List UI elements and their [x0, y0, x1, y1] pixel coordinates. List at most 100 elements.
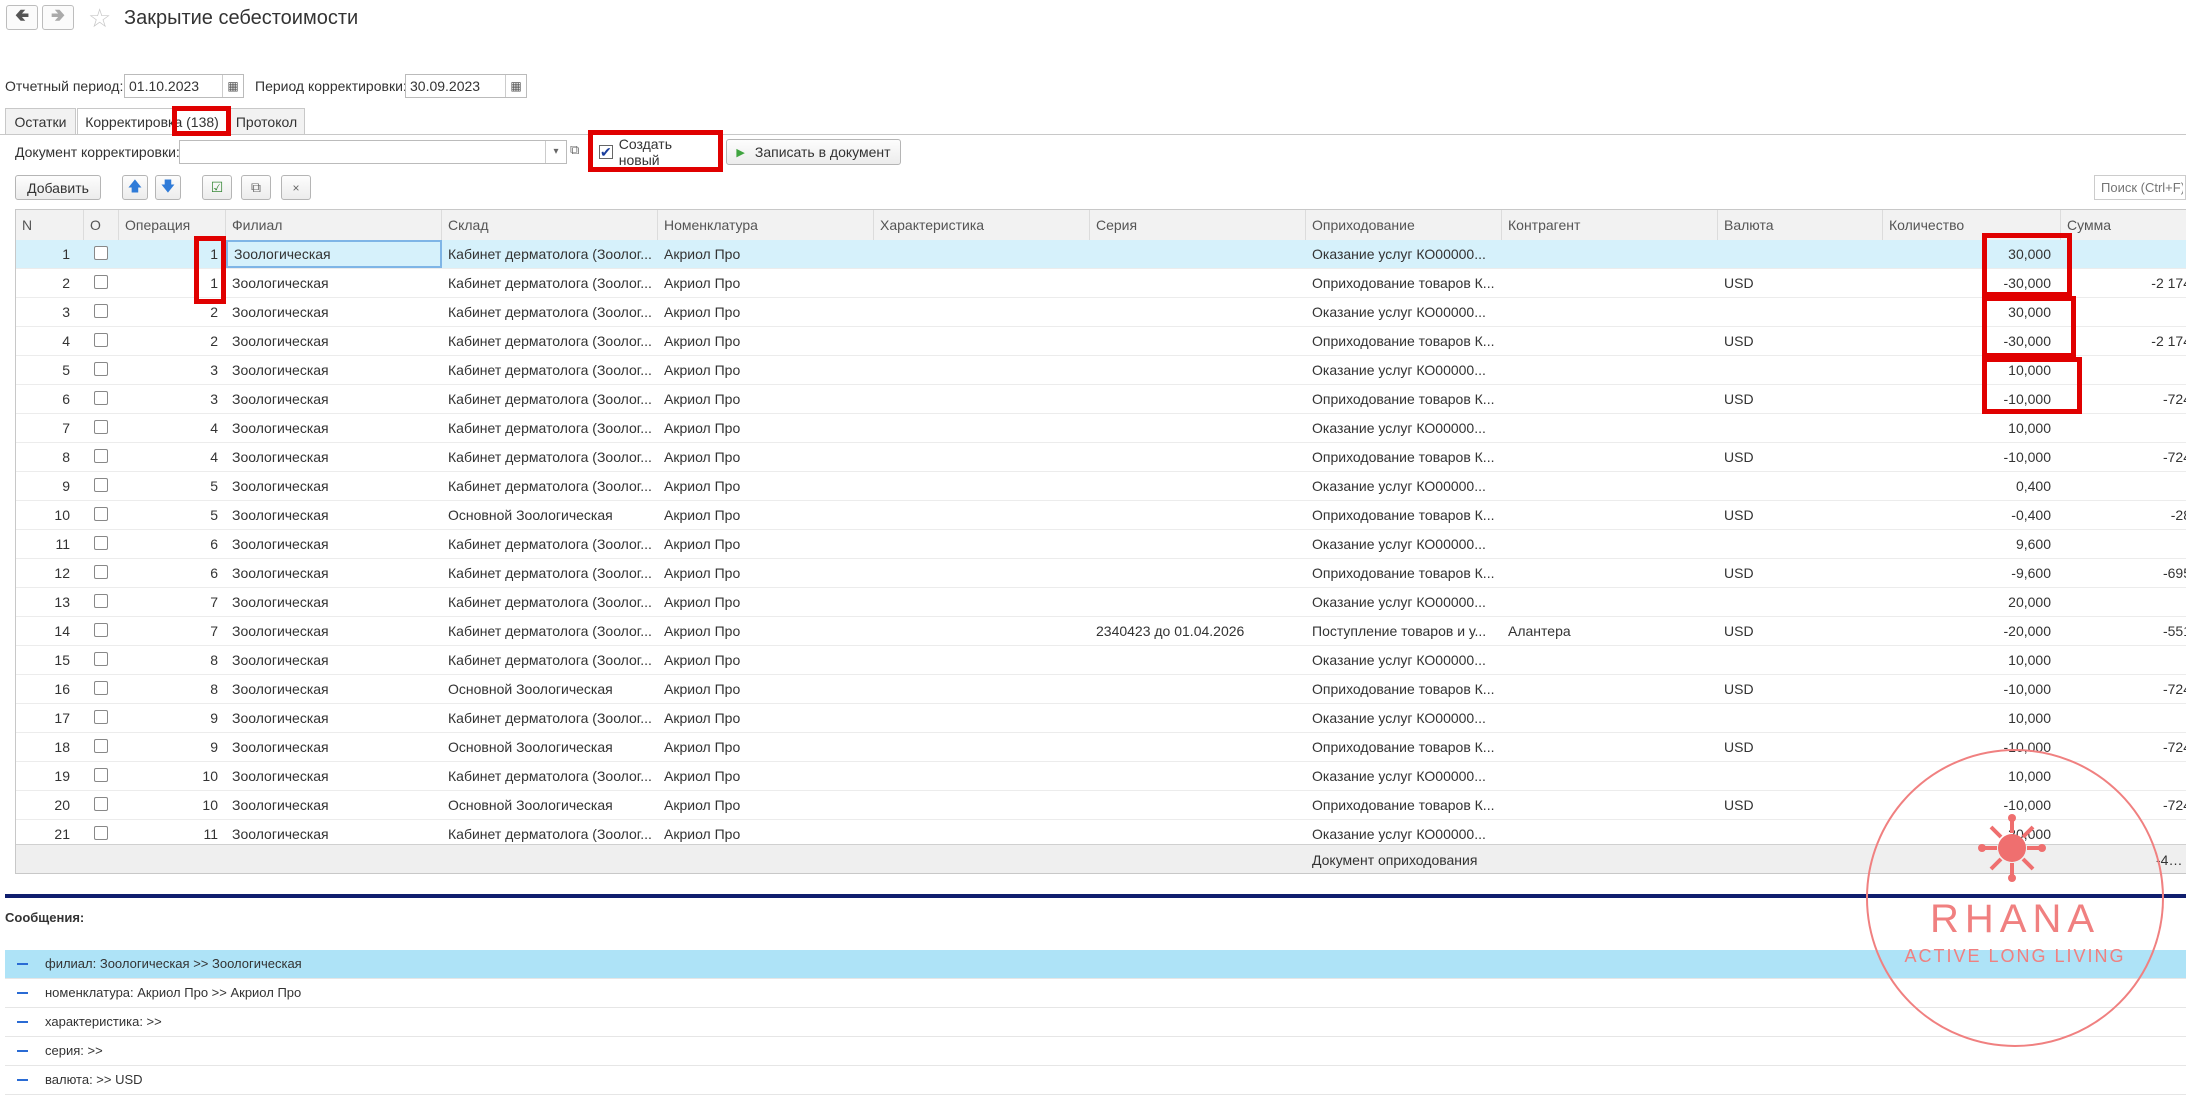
- cell-series[interactable]: [1090, 298, 1306, 326]
- table-row[interactable]: 19 10 Зоологическая Кабинет дерматолога (Зо…: [16, 762, 2186, 791]
- star-icon[interactable]: ☆: [88, 3, 111, 34]
- table-row[interactable]: 15 8 Зоологическая Кабинет дерматолога (Зоо…: [16, 646, 2186, 675]
- cell-series[interactable]: [1090, 675, 1306, 703]
- row-checkbox[interactable]: [94, 304, 108, 318]
- cell-cur[interactable]: USD: [1718, 559, 1883, 587]
- cell-income[interactable]: Оказание услуг КО00000...: [1306, 414, 1502, 442]
- cell-char[interactable]: [874, 472, 1090, 500]
- cell-qty[interactable]: 10,000: [1883, 704, 2061, 732]
- cell-n[interactable]: 20: [16, 791, 84, 819]
- col-item[interactable]: Номенклатура: [658, 210, 874, 240]
- cell-char[interactable]: [874, 617, 1090, 645]
- cell-series[interactable]: [1090, 559, 1306, 587]
- cell-wh[interactable]: Кабинет дерматолога (Зоолог...: [442, 472, 658, 500]
- cell-wh[interactable]: Кабинет дерматолога (Зоолог...: [442, 559, 658, 587]
- cell-cur[interactable]: [1718, 356, 1883, 384]
- cell-wh[interactable]: Основной Зоологическая: [442, 501, 658, 529]
- col-currency[interactable]: Валюта: [1718, 210, 1883, 240]
- cell-wh[interactable]: Кабинет дерматолога (Зоолог...: [442, 414, 658, 442]
- cell-cur[interactable]: [1718, 414, 1883, 442]
- col-sum[interactable]: Сумма: [2061, 210, 2186, 240]
- cell-series[interactable]: [1090, 530, 1306, 558]
- cell-wh[interactable]: Кабинет дерматолога (Зоолог...: [442, 704, 658, 732]
- cell-sum[interactable]: [2061, 646, 2186, 674]
- row-checkbox[interactable]: [94, 507, 108, 521]
- cell-branch[interactable]: Зоологическая: [226, 327, 442, 355]
- cell-n[interactable]: 19: [16, 762, 84, 790]
- cell-n[interactable]: 2: [16, 269, 84, 297]
- row-checkbox[interactable]: [94, 333, 108, 347]
- cell-series[interactable]: [1090, 356, 1306, 384]
- row-checkbox[interactable]: [94, 826, 108, 840]
- cell-sum[interactable]: -2 174: [2061, 327, 2186, 355]
- cell-n[interactable]: 14: [16, 617, 84, 645]
- cell-char[interactable]: [874, 791, 1090, 819]
- cell-op[interactable]: 8: [119, 646, 226, 674]
- cell-income[interactable]: Оказание услуг КО00000...: [1306, 762, 1502, 790]
- cell-income[interactable]: Оприходование товаров К...: [1306, 675, 1502, 703]
- cell-item[interactable]: Акриол Про: [658, 269, 874, 297]
- cell-n[interactable]: 18: [16, 733, 84, 761]
- cell-wh[interactable]: Основной Зоологическая: [442, 733, 658, 761]
- cell-char[interactable]: [874, 588, 1090, 616]
- cell-qty[interactable]: -10,000: [1883, 443, 2061, 471]
- row-checkbox[interactable]: [94, 246, 108, 260]
- cell-qty[interactable]: -0,400: [1883, 501, 2061, 529]
- calendar-icon[interactable]: ▦: [222, 75, 243, 97]
- cell-sum[interactable]: -695: [2061, 559, 2186, 587]
- cell-cur[interactable]: [1718, 472, 1883, 500]
- message-item[interactable]: серия: >>: [5, 1037, 2186, 1066]
- cell-wh[interactable]: Кабинет дерматолога (Зоолог...: [442, 240, 658, 268]
- col-quantity[interactable]: Количество: [1883, 210, 2061, 240]
- cell-party[interactable]: [1502, 762, 1718, 790]
- cell-branch[interactable]: Зоологическая: [226, 588, 442, 616]
- cell-wh[interactable]: Кабинет дерматолога (Зоолог...: [442, 269, 658, 297]
- cell-income[interactable]: Оприходование товаров К...: [1306, 385, 1502, 413]
- cell-item[interactable]: Акриол Про: [658, 298, 874, 326]
- cell-party[interactable]: [1502, 559, 1718, 587]
- cell-op[interactable]: 7: [119, 588, 226, 616]
- create-new-checkbox[interactable]: ✔ Создать новый: [599, 136, 715, 168]
- tab-ostatki[interactable]: Остатки: [5, 108, 76, 134]
- dropdown-icon[interactable]: ▾: [545, 141, 566, 163]
- message-item[interactable]: характеристика: >>: [5, 1008, 2186, 1037]
- cell-sum[interactable]: -724: [2061, 385, 2186, 413]
- cell-income[interactable]: Оказание услуг КО00000...: [1306, 298, 1502, 326]
- cell-qty[interactable]: 30,000: [1883, 240, 2061, 268]
- cell-branch[interactable]: Зоологическая: [226, 791, 442, 819]
- cell-wh[interactable]: Кабинет дерматолога (Зоолог...: [442, 762, 658, 790]
- table-row[interactable]: 16 8 Зоологическая Основной Зоологическая Ак…: [16, 675, 2186, 704]
- cell-branch[interactable]: Зоологическая: [226, 675, 442, 703]
- cell-qty[interactable]: -20,000: [1883, 617, 2061, 645]
- cell-n[interactable]: 7: [16, 414, 84, 442]
- cell-branch[interactable]: Зоологическая: [226, 762, 442, 790]
- cell-sum[interactable]: -724: [2061, 443, 2186, 471]
- cell-income[interactable]: Оказание услуг КО00000...: [1306, 356, 1502, 384]
- row-checkbox[interactable]: [94, 449, 108, 463]
- cell-n[interactable]: 13: [16, 588, 84, 616]
- table-row[interactable]: 18 9 Зоологическая Основной Зоологическая Ак…: [16, 733, 2186, 762]
- check-all-button[interactable]: ☑: [202, 175, 232, 200]
- table-row[interactable]: 14 7 Зоологическая Кабинет дерматолога (Зоо…: [16, 617, 2186, 646]
- cell-income[interactable]: Оказание услуг КО00000...: [1306, 588, 1502, 616]
- cell-char[interactable]: [874, 269, 1090, 297]
- cell-branch[interactable]: Зоологическая: [226, 356, 442, 384]
- cell-sum[interactable]: [2061, 588, 2186, 616]
- cell-char[interactable]: [874, 501, 1090, 529]
- cell-income[interactable]: Оказание услуг КО00000...: [1306, 240, 1502, 268]
- cell-branch[interactable]: Зоологическая: [226, 443, 442, 471]
- cell-char[interactable]: [874, 414, 1090, 442]
- cell-wh[interactable]: Кабинет дерматолога (Зоолог...: [442, 530, 658, 558]
- cell-sum[interactable]: [2061, 356, 2186, 384]
- cell-char[interactable]: [874, 298, 1090, 326]
- cell-n[interactable]: 10: [16, 501, 84, 529]
- cell-item[interactable]: Акриол Про: [658, 559, 874, 587]
- cell-op[interactable]: 1: [119, 269, 226, 297]
- cell-sum[interactable]: -724: [2061, 675, 2186, 703]
- row-checkbox[interactable]: [94, 797, 108, 811]
- cell-op[interactable]: 1: [119, 240, 226, 268]
- cell-series[interactable]: [1090, 588, 1306, 616]
- cell-item[interactable]: Акриол Про: [658, 501, 874, 529]
- cell-item[interactable]: Акриол Про: [658, 530, 874, 558]
- cell-branch[interactable]: Зоологическая: [226, 617, 442, 645]
